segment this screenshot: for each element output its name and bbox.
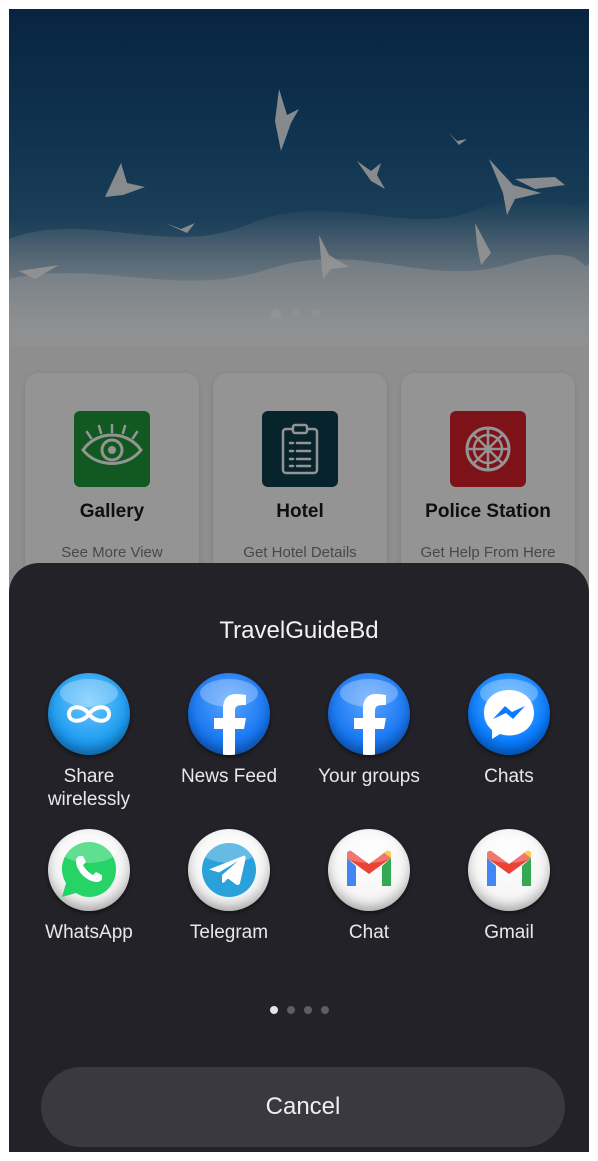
share-page-indicator	[9, 1006, 589, 1014]
facebook-icon	[188, 673, 270, 755]
share-target-your-groups[interactable]: Your groups	[299, 673, 439, 829]
share-target-label: Chat	[348, 922, 390, 943]
share-target-label: Your groups	[318, 766, 420, 787]
telegram-icon	[188, 829, 270, 911]
share-sheet-title: TravelGuideBd	[219, 617, 379, 644]
screen: Gallery See More View Hotel Get Hotel De…	[9, 9, 589, 1152]
gmail-icon	[468, 829, 550, 911]
share-target-gmail[interactable]: Gmail	[439, 829, 579, 985]
facebook-icon	[328, 673, 410, 755]
share-target-label: Gmail	[484, 922, 534, 943]
page-dot[interactable]	[303, 1006, 312, 1014]
messenger-icon	[468, 673, 550, 755]
share-sheet: TravelGuideBd Share wirelessly News Feed	[9, 563, 589, 1152]
share-target-label: Chats	[484, 766, 534, 787]
share-target-news-feed[interactable]: News Feed	[159, 673, 299, 829]
whatsapp-icon	[48, 829, 130, 911]
share-target-whatsapp[interactable]: WhatsApp	[19, 829, 159, 985]
share-target-telegram[interactable]: Telegram	[159, 829, 299, 985]
share-target-label: Share wirelessly	[47, 766, 131, 810]
page-dot[interactable]	[269, 1006, 278, 1014]
share-target-share-wirelessly[interactable]: Share wirelessly	[19, 673, 159, 829]
page-dot[interactable]	[286, 1006, 295, 1014]
page-dot[interactable]	[320, 1006, 329, 1014]
share-target-chats[interactable]: Chats	[439, 673, 579, 829]
share-target-chat[interactable]: Chat	[299, 829, 439, 985]
share-target-label: Telegram	[189, 922, 269, 943]
share-target-label: News Feed	[180, 766, 278, 787]
cancel-button[interactable]: Cancel	[41, 1067, 565, 1147]
infinity-icon	[48, 673, 130, 755]
gmail-icon	[328, 829, 410, 911]
share-target-label: WhatsApp	[45, 922, 133, 943]
share-target-grid: Share wirelessly News Feed Your groups C…	[19, 673, 579, 985]
